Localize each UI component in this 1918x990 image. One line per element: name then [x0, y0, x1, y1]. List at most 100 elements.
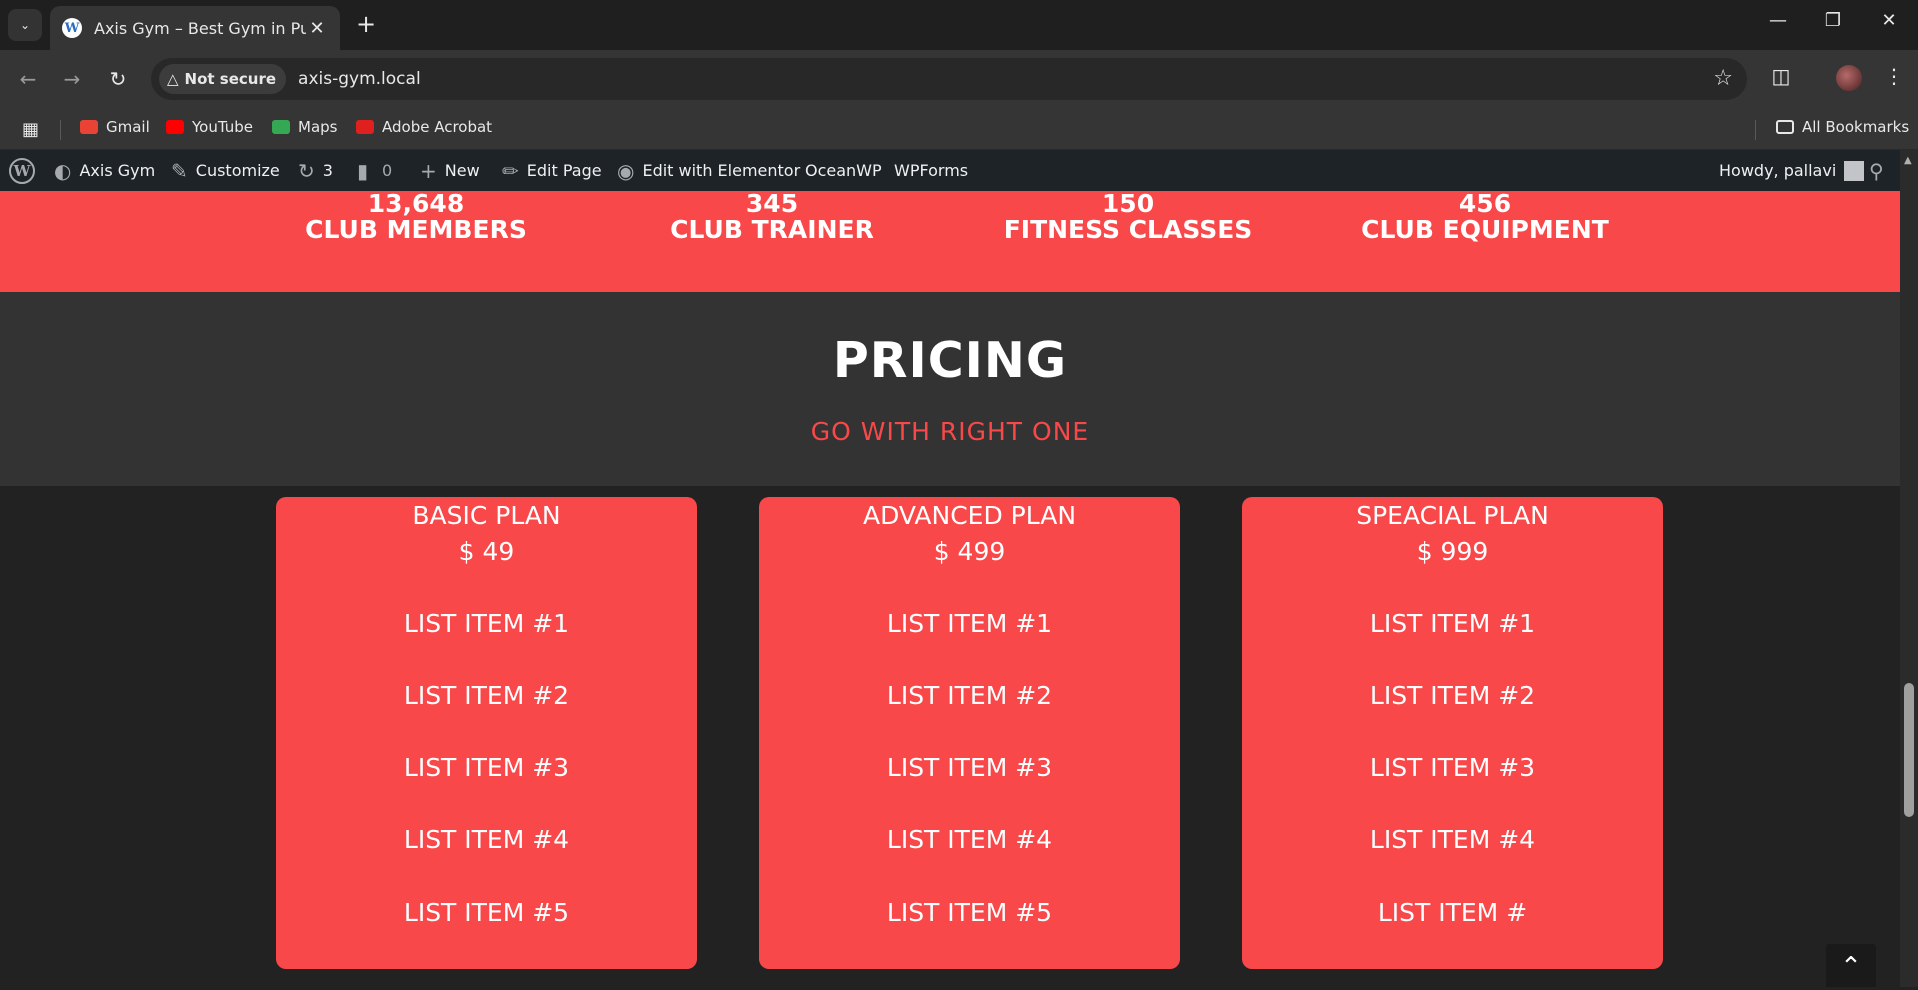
- tab-close-icon[interactable]: ✕: [306, 18, 328, 39]
- plan-list-item: LIST ITEM #3: [886, 753, 1053, 782]
- plan-list-item: LIST ITEM #3: [403, 753, 570, 782]
- gmail-icon: [80, 120, 98, 134]
- bookmark-maps[interactable]: Maps: [272, 118, 337, 136]
- bookmark-star-icon[interactable]: ☆: [1713, 66, 1733, 91]
- security-chip[interactable]: △ Not secure: [159, 64, 287, 94]
- pricing-header: PRICING GO WITH RIGHT ONE: [0, 292, 1900, 486]
- plan-list-item: LIST ITEM #4: [1369, 825, 1536, 854]
- back-arrow-icon[interactable]: ←: [13, 64, 43, 94]
- wp-admin-bar: W ◐ Axis Gym ✎ Customize ↻ 3 ▮ 0 + New ✏…: [0, 150, 1918, 191]
- plan-list-item: LIST ITEM #5: [403, 898, 570, 927]
- wp-wpforms[interactable]: WPForms: [894, 150, 968, 191]
- plan-list-item: LIST ITEM #2: [1369, 681, 1536, 710]
- plan-name: ADVANCED PLAN: [862, 501, 1077, 530]
- stat-club-members: 13,648 CLUB MEMBERS: [290, 191, 542, 243]
- bookmark-label: Maps: [298, 118, 338, 136]
- browser-tabstrip: ⌄ W Axis Gym – Best Gym in Pune ✕ + — ❐ …: [0, 0, 1918, 50]
- edit-page-label: Edit Page: [526, 161, 602, 180]
- plan-name: BASIC PLAN: [412, 501, 561, 530]
- plan-list-item: LIST ITEM #3: [1369, 753, 1536, 782]
- plan-list-item: LIST ITEM #1: [1369, 609, 1536, 638]
- updates-count: 3: [322, 161, 333, 180]
- tab-search-chevron-icon[interactable]: ⌄: [8, 9, 42, 41]
- plan-name: SPEACIAL PLAN: [1356, 501, 1549, 530]
- forward-arrow-icon[interactable]: →: [57, 64, 87, 94]
- wordpress-logo-icon: W: [9, 157, 35, 184]
- wp-my-account[interactable]: Howdy, pallavi: [1719, 150, 1865, 191]
- updates-refresh-icon: ↻: [298, 158, 315, 183]
- plan-price: $ 499: [933, 537, 1006, 566]
- scroll-up-arrow-icon[interactable]: ▲: [1904, 155, 1912, 166]
- stats-section: 13,648 CLUB MEMBERS 345 CLUB TRAINER 150…: [0, 191, 1900, 292]
- security-label: Not secure: [184, 70, 277, 88]
- customize-label: Customize: [195, 161, 280, 180]
- stat-label: CLUB EQUIPMENT: [1361, 215, 1609, 244]
- wp-new-content[interactable]: + New: [420, 150, 480, 191]
- apps-grid-icon[interactable]: ▦: [22, 119, 39, 140]
- bookmark-youtube[interactable]: YouTube: [166, 118, 253, 136]
- adobe-acrobat-icon: [356, 120, 374, 134]
- plan-list-item: LIST ITEM #1: [403, 609, 570, 638]
- chevron-up-icon: ⌃: [1840, 952, 1862, 982]
- page-viewport: 13,648 CLUB MEMBERS 345 CLUB TRAINER 150…: [0, 191, 1900, 987]
- reload-icon[interactable]: ↻: [103, 64, 133, 94]
- back-to-top-button[interactable]: ⌃: [1826, 944, 1876, 987]
- wp-logo-menu[interactable]: W: [9, 150, 35, 191]
- stat-club-equipment: 456 CLUB EQUIPMENT: [1336, 191, 1634, 243]
- plan-list-item: LIST ITEM #4: [403, 825, 570, 854]
- plan-list-item: LIST ITEM #1: [886, 609, 1053, 638]
- plus-icon: +: [420, 158, 437, 183]
- extensions-puzzle-icon[interactable]: ◫: [1766, 64, 1796, 88]
- wp-edit-page[interactable]: ✏ Edit Page: [502, 150, 602, 191]
- plan-price: $ 49: [458, 537, 515, 566]
- bookmark-gmail[interactable]: Gmail: [80, 118, 150, 136]
- oceanwp-label: OceanWP: [805, 161, 882, 180]
- youtube-icon: [166, 120, 184, 134]
- wp-comments[interactable]: ▮ 0: [357, 150, 392, 191]
- plan-list-item: LIST ITEM #4: [886, 825, 1053, 854]
- url-text[interactable]: axis-gym.local: [298, 69, 421, 89]
- bookmark-label: Adobe Acrobat: [382, 118, 493, 136]
- browser-menu-kebab-icon[interactable]: ⋮: [1879, 64, 1909, 88]
- bookmark-divider: [60, 120, 61, 140]
- wp-site-name[interactable]: ◐ Axis Gym: [54, 150, 155, 191]
- window-close-icon[interactable]: ✕: [1869, 10, 1909, 31]
- minimize-icon[interactable]: —: [1758, 10, 1798, 31]
- stat-fitness-classes: 150 FITNESS CLASSES: [990, 191, 1266, 243]
- browser-tab-active[interactable]: W Axis Gym – Best Gym in Pune ✕: [50, 6, 340, 50]
- wordpress-favicon-icon: W: [62, 18, 82, 38]
- plan-list-item: LIST ITEM #2: [886, 681, 1053, 710]
- plan-list-item: LIST ITEM #2: [403, 681, 570, 710]
- pricing-card-advanced: ADVANCED PLAN $ 499 LIST ITEM #1 LIST IT…: [759, 497, 1180, 969]
- plan-list-item: LIST ITEM #5: [886, 898, 1053, 927]
- restore-icon[interactable]: ❐: [1813, 10, 1853, 31]
- elementor-icon: ◉: [617, 158, 635, 183]
- wp-edit-elementor[interactable]: ◉ Edit with Elementor: [617, 150, 800, 191]
- stat-number: 456: [1458, 191, 1512, 218]
- scrollbar-thumb[interactable]: [1904, 683, 1914, 817]
- wp-customize[interactable]: ✎ Customize: [171, 150, 280, 191]
- stat-number: 150: [1101, 191, 1155, 218]
- page-scrollbar[interactable]: [1900, 150, 1918, 987]
- maps-icon: [272, 120, 290, 134]
- new-tab-plus-icon[interactable]: +: [353, 11, 379, 37]
- search-icon: ⚲: [1869, 158, 1884, 183]
- bookmark-adobe-acrobat[interactable]: Adobe Acrobat: [356, 118, 492, 136]
- all-bookmarks[interactable]: All Bookmarks: [1776, 118, 1909, 136]
- profile-avatar[interactable]: [1836, 65, 1862, 91]
- plan-list-item: LIST ITEM #: [1377, 898, 1528, 927]
- all-bookmarks-label: All Bookmarks: [1802, 118, 1910, 136]
- wp-search[interactable]: ⚲: [1869, 150, 1884, 191]
- tab-title: Axis Gym – Best Gym in Pune: [94, 18, 306, 38]
- comment-bubble-icon: ▮: [357, 158, 369, 183]
- wp-oceanwp[interactable]: OceanWP: [805, 150, 882, 191]
- elementor-label: Edit with Elementor: [642, 161, 801, 180]
- howdy-label: Howdy, pallavi: [1719, 161, 1837, 180]
- new-label: New: [444, 161, 480, 180]
- pricing-title: PRICING: [832, 332, 1068, 389]
- wp-updates[interactable]: ↻ 3: [298, 150, 333, 191]
- stat-label: CLUB MEMBERS: [305, 215, 527, 244]
- bookmarks-bar: ▦ Gmail YouTube Maps Adobe Acrobat All B…: [0, 108, 1918, 150]
- stat-label: CLUB TRAINER: [670, 215, 874, 244]
- address-bar[interactable]: △ Not secure axis-gym.local ☆: [151, 58, 1747, 100]
